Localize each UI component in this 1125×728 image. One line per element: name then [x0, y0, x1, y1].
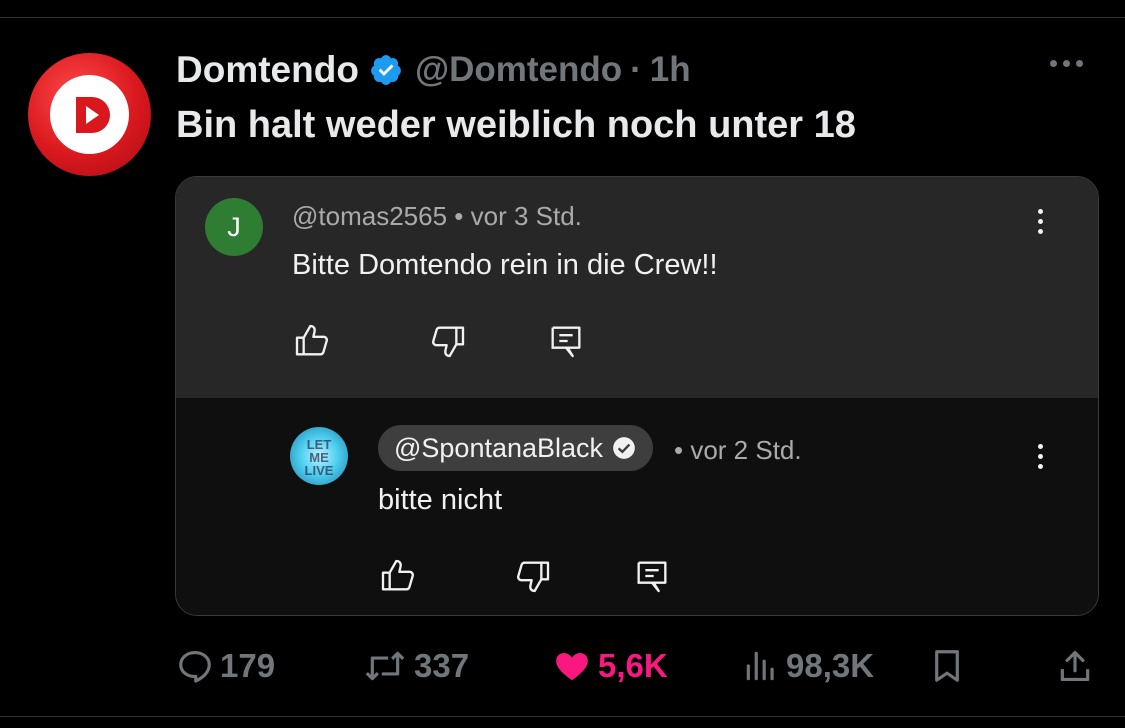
- reply-handle: @SpontanaBlack: [394, 432, 604, 463]
- thumbs-down-icon: [432, 326, 465, 358]
- author-name[interactable]: Domtendo: [176, 49, 359, 91]
- bookmark-icon: [935, 650, 959, 682]
- tweet-header: Domtendo @Domtendo · 1h: [176, 48, 691, 92]
- author-handle[interactable]: @Domtendo: [415, 50, 622, 90]
- commenter-handle: @tomas2565: [292, 201, 448, 231]
- more-vertical-icon: [1038, 444, 1043, 469]
- thumbs-down-icon: [517, 561, 550, 593]
- thumbs-up-icon: [381, 559, 414, 591]
- share-icon: [1060, 650, 1090, 682]
- retweet-icon: [365, 651, 405, 681]
- tweet-text: Bin halt weder weiblich noch unter 18: [176, 104, 856, 146]
- more-vertical-icon: [1038, 209, 1043, 234]
- comment-text: Bitte Domtendo rein in die Crew!!: [292, 249, 718, 281]
- bottom-divider: [0, 716, 1125, 717]
- logo-d-icon: [50, 75, 129, 154]
- tweet-actions: 179 337 5,6K 98,3K: [0, 640, 1125, 692]
- comment-time: • vor 3 Std.: [454, 201, 582, 231]
- views-count: 98,3K: [786, 647, 875, 684]
- header-separator: ·: [630, 50, 642, 89]
- retweet-count: 337: [414, 647, 470, 684]
- svg-text:LIVE: LIVE: [305, 463, 334, 478]
- reply-text: bitte nicht: [378, 484, 503, 516]
- reply-icon: [179, 650, 211, 683]
- reply-comment-icon: [551, 326, 581, 358]
- views-icon: [746, 651, 774, 681]
- share-button[interactable]: [1056, 640, 1094, 692]
- more-horizontal-icon[interactable]: [1050, 60, 1083, 67]
- views-button[interactable]: 98,3K: [742, 640, 874, 692]
- comment-meta-line: @tomas2565 • vor 3 Std.: [292, 201, 582, 232]
- like-count: 5,6K: [598, 647, 668, 684]
- heart-icon: [556, 653, 588, 681]
- bookmark-button[interactable]: [928, 640, 966, 692]
- retweet-button[interactable]: 337: [362, 640, 469, 692]
- top-divider: [0, 17, 1125, 18]
- tweet-time[interactable]: 1h: [650, 50, 691, 90]
- reply-time: • vor 2 Std.: [674, 435, 802, 465]
- thumbs-up-icon: [295, 324, 328, 356]
- reply-avatar: LET ME LIVE: [290, 427, 348, 485]
- commenter-avatar: J: [205, 198, 263, 256]
- author-avatar[interactable]: [28, 53, 151, 176]
- reply-comment-icon: [637, 561, 667, 593]
- comment-block: J @tomas2565 • vor 3 Std. Bitte Domtendo…: [176, 177, 1098, 398]
- reply-button[interactable]: 179: [176, 640, 275, 692]
- embedded-image[interactable]: J @tomas2565 • vor 3 Std. Bitte Domtendo…: [175, 176, 1099, 616]
- verified-icon: [369, 53, 403, 87]
- like-button[interactable]: 5,6K: [552, 640, 668, 692]
- reply-block: LET ME LIVE @SpontanaBlack • vor 2 Std. …: [176, 398, 1098, 615]
- reply-handle-pill: @SpontanaBlack: [378, 425, 654, 471]
- check-badge-icon: [613, 437, 635, 459]
- reply-count: 179: [220, 647, 276, 684]
